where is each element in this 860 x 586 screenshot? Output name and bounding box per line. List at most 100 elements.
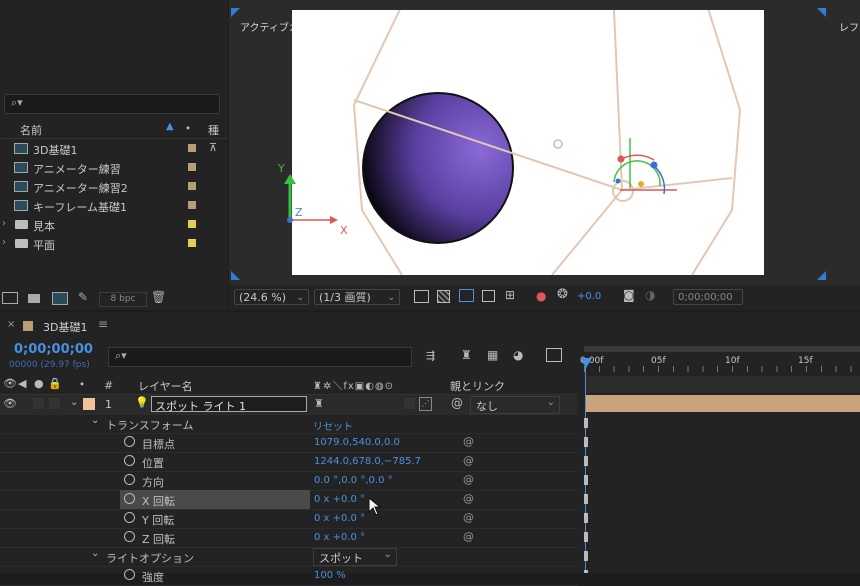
col-type-header[interactable]: 種 <box>208 122 219 138</box>
label-tag-icon[interactable]: ⬩ <box>186 121 190 135</box>
property-value[interactable]: 0 x +0.0 ° <box>314 532 365 543</box>
property-value[interactable]: 0 x +0.0 ° <box>314 494 365 505</box>
snapshot-icon[interactable]: ◙ <box>623 288 635 302</box>
expression-pickwhip-icon[interactable]: @ <box>463 454 474 467</box>
project-item[interactable]: アニメーター練習2 <box>0 177 228 196</box>
property-row[interactable]: Y 回転 0 x +0.0 ° @ <box>0 509 578 529</box>
comp-canvas[interactable] <box>292 10 764 275</box>
col-layer-name-header[interactable]: レイヤー名 <box>138 378 193 394</box>
project-search-input[interactable]: ⌕▾ <box>4 94 220 114</box>
solo-switch-icon[interactable]: ● <box>34 377 44 390</box>
col-parent-header[interactable]: 親とリンク <box>450 378 505 394</box>
stopwatch-icon[interactable] <box>124 493 135 504</box>
timeline-search-input[interactable]: ⌕▾ <box>108 347 412 367</box>
transparency-grid-icon[interactable] <box>437 290 450 303</box>
shy-layers-icon[interactable]: ♜ <box>461 348 472 362</box>
trash-icon[interactable]: 🗑 <box>151 290 166 304</box>
expand-chevron-down-icon[interactable]: ⌄ <box>70 397 78 408</box>
zoom-dropdown[interactable]: (24.6 %) ⌄ <box>234 289 309 305</box>
layer-row[interactable]: 👁 ⌄ 1 💡 スポット ライト 1 ♜ ⋰ @ なし ⌄ <box>0 395 578 415</box>
tab-comp-name[interactable]: 3D基礎1 <box>43 319 87 335</box>
property-row[interactable]: X 回転 0 x +0.0 ° @ <box>0 490 578 510</box>
motion-blur-icon[interactable]: ◕ <box>513 348 523 362</box>
property-row[interactable]: 強度 100 % <box>0 566 578 586</box>
expand-chevron-down-icon[interactable]: ⌄ <box>91 415 99 426</box>
interpret-footage-icon[interactable] <box>2 292 18 304</box>
exposure-value[interactable]: +0.0 <box>577 291 601 302</box>
reset-link[interactable]: リセット <box>313 418 353 433</box>
channel-icon[interactable]: ● <box>536 289 546 303</box>
sort-arrow-icon[interactable]: ▲ <box>166 121 174 132</box>
current-timecode[interactable]: 0;00;00;00 <box>14 342 93 357</box>
property-row[interactable]: 方向 0.0 °,0.0 °,0.0 ° @ <box>0 471 578 491</box>
parent-dropdown[interactable]: なし ⌄ <box>470 396 560 414</box>
panel-menu-icon[interactable]: ≡ <box>98 317 108 331</box>
project-item[interactable]: › 見本 <box>0 215 228 234</box>
expression-pickwhip-icon[interactable]: @ <box>463 530 474 543</box>
property-value[interactable]: 1244.0,678.0,−785.7 <box>314 456 421 467</box>
new-composition-icon[interactable] <box>52 292 68 305</box>
layer-switch-box[interactable] <box>404 398 415 409</box>
expression-pickwhip-icon[interactable]: @ <box>463 473 474 486</box>
property-row[interactable]: Z 回転 0 x +0.0 ° @ <box>0 528 578 548</box>
work-area-bar[interactable] <box>584 346 860 352</box>
playhead-marker[interactable] <box>580 358 592 368</box>
project-item[interactable]: › 平面 <box>0 234 228 253</box>
bpc-button[interactable]: 8 bpc <box>99 292 147 307</box>
label-color-swatch[interactable] <box>188 239 196 247</box>
label-tag-icon[interactable]: ⬩ <box>80 377 84 391</box>
label-color-swatch[interactable] <box>188 182 196 190</box>
stopwatch-icon[interactable] <box>124 436 135 447</box>
expression-pickwhip-icon[interactable]: @ <box>463 492 474 505</box>
label-color-swatch[interactable] <box>188 163 196 171</box>
lock-icon[interactable]: 🔒 <box>48 377 62 390</box>
expand-chevron-icon[interactable]: › <box>2 218 6 229</box>
resolution-dropdown[interactable]: (1/3 画質) ⌄ <box>314 289 400 305</box>
stopwatch-icon[interactable] <box>124 512 135 523</box>
graph-editor-icon[interactable] <box>546 348 562 362</box>
property-value[interactable]: 0.0 °,0.0 °,0.0 ° <box>314 475 393 486</box>
layer-switch-box[interactable] <box>33 398 44 409</box>
fast-preview-icon[interactable] <box>414 290 429 303</box>
stopwatch-icon[interactable] <box>124 531 135 542</box>
project-item[interactable]: アニメーター練習 <box>0 158 228 177</box>
label-color-swatch[interactable] <box>188 201 196 209</box>
grid-guides-icon[interactable]: ⊞ <box>505 288 515 302</box>
composition-flowchart-icon[interactable]: ⇶ <box>426 349 435 362</box>
project-item[interactable]: キーフレーム基礎1 <box>0 196 228 215</box>
expression-pickwhip-icon[interactable]: @ <box>463 435 474 448</box>
property-row[interactable]: 目標点 1079.0,540.0,0.0 @ <box>0 433 578 453</box>
stopwatch-icon[interactable] <box>124 474 135 485</box>
layer-switch-box[interactable] <box>49 398 60 409</box>
light-type-dropdown[interactable]: スポット ⌄ <box>313 548 397 566</box>
color-management-icon[interactable]: ❂ <box>557 287 568 302</box>
property-value[interactable]: 0 x +0.0 ° <box>314 513 365 524</box>
new-folder-icon[interactable] <box>28 294 40 303</box>
label-color-swatch[interactable] <box>188 144 196 152</box>
show-snapshot-icon[interactable]: ◑ <box>645 288 655 302</box>
region-of-interest-icon[interactable] <box>482 290 495 302</box>
property-value[interactable]: 1079.0,540.0,0.0 <box>314 437 400 448</box>
brush-icon[interactable]: ✎ <box>78 290 88 304</box>
shy-switch-icon[interactable]: ♜ <box>314 397 324 410</box>
frame-blending-icon[interactable]: ▦ <box>487 348 498 362</box>
viewer-timecode[interactable]: 0;00;00;00 <box>673 289 743 305</box>
layer-track-bar[interactable] <box>586 395 860 412</box>
close-tab-icon[interactable]: × <box>7 319 15 330</box>
expand-chevron-icon[interactable]: › <box>2 237 6 248</box>
video-switch-icon[interactable]: 👁 <box>3 377 17 390</box>
transform-group-row[interactable]: ⌄ トランスフォーム リセット <box>0 414 578 434</box>
col-name-header[interactable]: 名前 <box>20 122 42 138</box>
stopwatch-icon[interactable] <box>124 569 135 580</box>
property-row[interactable]: 位置 1244.0,678.0,−785.7 @ <box>0 452 578 472</box>
label-color-swatch[interactable] <box>188 220 196 228</box>
project-item[interactable]: 3D基礎1 ⊼ <box>0 139 228 158</box>
light-options-row[interactable]: ⌄ ライトオプション スポット ⌄ <box>0 547 578 567</box>
parent-pickwhip-icon[interactable]: @ <box>451 396 463 410</box>
audio-switch-icon[interactable]: ◀ <box>18 377 26 390</box>
mask-visibility-icon[interactable] <box>459 289 474 302</box>
eye-icon[interactable]: 👁 <box>3 397 17 410</box>
expression-pickwhip-icon[interactable]: @ <box>463 511 474 524</box>
stopwatch-icon[interactable] <box>124 455 135 466</box>
property-value[interactable]: 100 % <box>314 570 346 581</box>
